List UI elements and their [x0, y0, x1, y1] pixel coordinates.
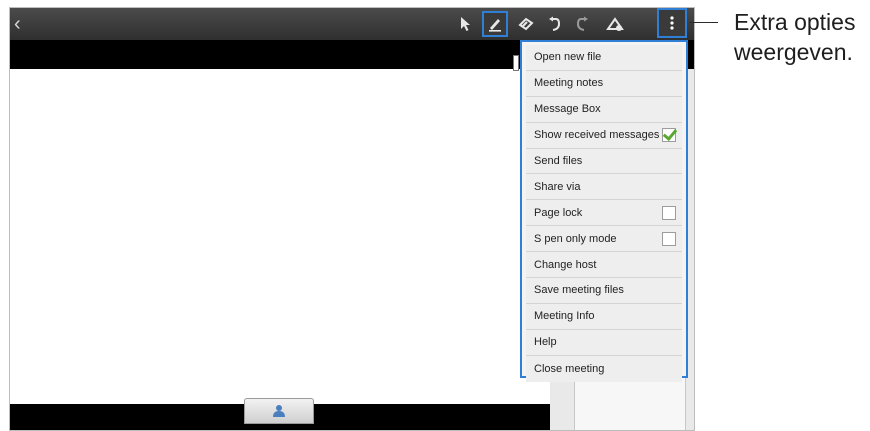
menu-item-close-meeting[interactable]: Close meeting [526, 355, 682, 382]
menu-item-label: Meeting Info [534, 310, 595, 323]
menu-item-label: Help [534, 336, 557, 349]
eraser-icon[interactable] [513, 11, 539, 37]
menu-item-share-via[interactable]: Share via [526, 174, 682, 201]
drawing-canvas[interactable] [10, 69, 550, 404]
page-lock-checkbox[interactable] [662, 205, 676, 220]
menu-item-label: Show received messages [534, 129, 660, 142]
menu-item-label: Close meeting [534, 362, 605, 375]
menu-item-label: Open new file [534, 51, 602, 64]
app-title [32, 14, 132, 32]
menu-item-label: S pen only mode [534, 232, 617, 245]
callout-line [690, 22, 718, 23]
menu-item-show-received-messages[interactable]: Show received messages [526, 122, 682, 149]
action-bar: ‹ [10, 8, 694, 40]
pointer-icon[interactable] [453, 11, 479, 37]
menu-item-label: Send files [534, 155, 583, 167]
menu-item-page-lock[interactable]: Page lock [526, 200, 682, 227]
participant-tab[interactable] [244, 398, 314, 424]
menu-item-send-files[interactable]: Send files [526, 148, 682, 175]
more-options-button[interactable] [657, 8, 687, 38]
menu-item-s-pen-only-mode[interactable]: S pen only mode [526, 226, 682, 253]
options-menu: Open new file Meeting notes Message Box … [520, 40, 688, 382]
menu-item-label: Save meeting files [534, 284, 624, 297]
undo-icon[interactable] [541, 11, 567, 37]
menu-item-meeting-notes[interactable]: Meeting notes [526, 70, 682, 97]
show-messages-checkbox[interactable] [662, 128, 676, 143]
menu-item-label: Message Box [534, 103, 601, 116]
menu-item-open-new-file[interactable]: Open new file [526, 45, 682, 71]
menu-item-message-box[interactable]: Message Box [526, 96, 682, 123]
menu-item-save-meeting-files[interactable]: Save meeting files [526, 278, 682, 304]
more-options-icon [670, 16, 674, 30]
page-edge-handle[interactable] [513, 55, 519, 71]
menu-item-change-host[interactable]: Change host [526, 252, 682, 279]
menu-item-label: Change host [534, 258, 597, 271]
chevron-left-icon[interactable]: ‹ [14, 14, 21, 34]
callout-text: Extra opties weergeven. [734, 9, 856, 65]
pen-icon[interactable] [482, 11, 508, 37]
menu-item-label: Share via [534, 180, 581, 193]
menu-item-label: Page lock [534, 206, 583, 219]
s-pen-only-checkbox[interactable] [662, 231, 676, 246]
menu-item-meeting-info[interactable]: Meeting Info [526, 303, 682, 330]
redo-icon[interactable] [570, 11, 596, 37]
menu-item-label: Meeting notes [534, 77, 604, 90]
menu-item-help[interactable]: Help [526, 329, 682, 356]
document-icon[interactable] [602, 11, 628, 37]
participant-icon [273, 405, 285, 417]
